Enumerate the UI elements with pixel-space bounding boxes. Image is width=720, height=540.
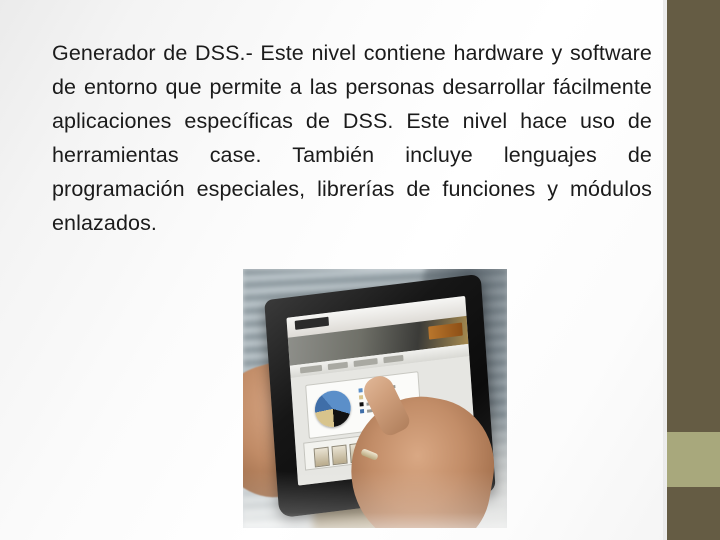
legend-swatch-icon (358, 388, 363, 393)
sidebar-accent-block (667, 432, 720, 487)
screen-thumbnail (313, 446, 330, 468)
screen-logo (294, 316, 330, 330)
pie-chart (313, 388, 352, 430)
legend-swatch-icon (359, 402, 364, 407)
slide-body-text: Generador de DSS.- Este nivel contiene h… (52, 41, 659, 235)
screen-thumbnail (331, 444, 348, 466)
slide-canvas: Generador de DSS.- Este nivel contiene h… (0, 0, 720, 540)
decorative-sidebar (667, 0, 720, 540)
legend-swatch-icon (359, 409, 365, 414)
tablet-photo (243, 269, 507, 528)
legend-swatch-icon (358, 395, 364, 400)
